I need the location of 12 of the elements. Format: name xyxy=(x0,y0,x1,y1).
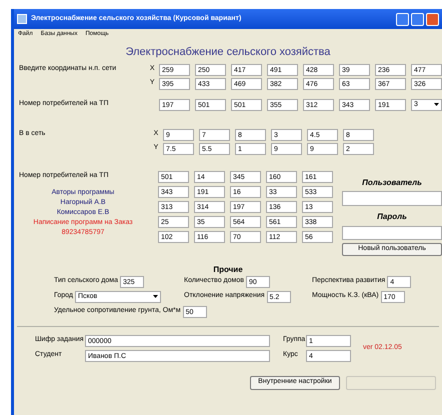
user-label: Пользователь xyxy=(362,176,422,188)
password-label: Пароль xyxy=(377,210,407,222)
maximize-button[interactable] xyxy=(411,12,424,26)
password-field[interactable] xyxy=(342,226,442,240)
close-button[interactable] xyxy=(426,12,439,26)
caret-icon xyxy=(152,295,158,298)
caret-icon xyxy=(434,103,439,106)
username-field[interactable] xyxy=(342,190,442,206)
app-icon xyxy=(17,14,27,24)
app-heading: Электроснабжение сельского хозяйства xyxy=(126,45,330,60)
minimize-button[interactable] xyxy=(396,12,409,26)
section-title: Прочие xyxy=(213,264,243,276)
